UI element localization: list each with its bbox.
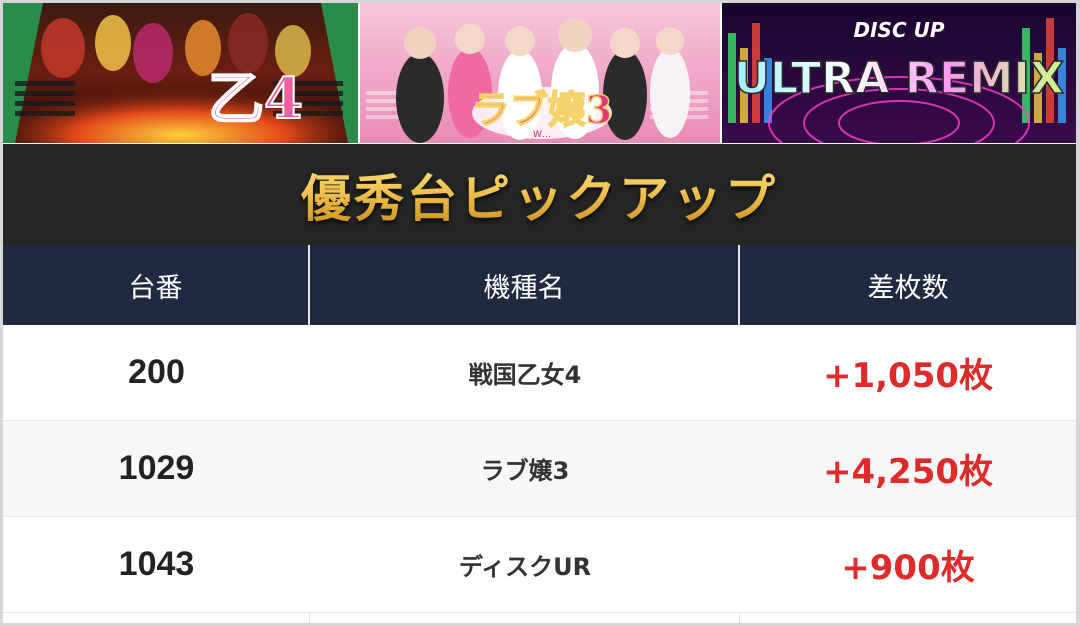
coin-difference: +4,250枚 bbox=[822, 452, 994, 492]
machine-name: ラブ嬢3 bbox=[480, 457, 570, 485]
machine-number: 200 bbox=[128, 353, 185, 391]
disc-up-ultra-remix-banner[interactable]: DISC UP ULTRA REMIX bbox=[722, 3, 1076, 143]
table-row-partial bbox=[3, 613, 1076, 623]
disc-up-logo: DISC UP bbox=[854, 18, 945, 42]
sengoku-otome-4-logo: 乙4 bbox=[208, 66, 303, 132]
title-bar: 優秀台ピックアップ bbox=[3, 144, 1076, 245]
machine-number: 1043 bbox=[118, 545, 195, 583]
column-header-machine-number: 台番 bbox=[3, 245, 310, 325]
love-jou-3-subtitle: W… bbox=[533, 130, 551, 140]
ultra-remix-logo: ULTRA REMIX bbox=[734, 53, 1064, 104]
machine-name: ディスクUR bbox=[458, 553, 592, 581]
coin-difference: +1,050枚 bbox=[822, 356, 994, 396]
column-header-machine-name: 機種名 bbox=[310, 245, 740, 325]
table-row[interactable]: 1029 ラブ嬢3 +4,250枚 bbox=[3, 421, 1076, 517]
banner-row: 乙4 ラブ嬢3 W… DISC UP ULTRA REMIX bbox=[3, 3, 1076, 144]
machine-number: 1029 bbox=[118, 449, 195, 487]
sengoku-otome-4-banner[interactable]: 乙4 bbox=[3, 3, 358, 143]
coin-difference: +900枚 bbox=[841, 548, 975, 588]
table-row[interactable]: 1043 ディスクUR +900枚 bbox=[3, 517, 1076, 613]
table-header: 台番 機種名 差枚数 bbox=[3, 245, 1076, 325]
page-title: 優秀台ピックアップ bbox=[301, 159, 778, 231]
love-jou-3-logo: ラブ嬢3 bbox=[472, 87, 612, 132]
love-jou-3-banner[interactable]: ラブ嬢3 W… bbox=[360, 3, 720, 143]
column-header-coin-difference: 差枚数 bbox=[867, 272, 949, 304]
machine-name: 戦国乙女4 bbox=[468, 361, 582, 389]
table-row[interactable]: 200 戦国乙女4 +1,050枚 bbox=[3, 325, 1076, 421]
pickup-table: 台番 機種名 差枚数 200 戦国乙女4 +1,050枚 1029 ラブ嬢3 +… bbox=[3, 245, 1076, 623]
pickup-panel: 乙4 ラブ嬢3 W… DISC UP ULTRA REMIX 優秀台ピックアップ… bbox=[3, 3, 1076, 623]
